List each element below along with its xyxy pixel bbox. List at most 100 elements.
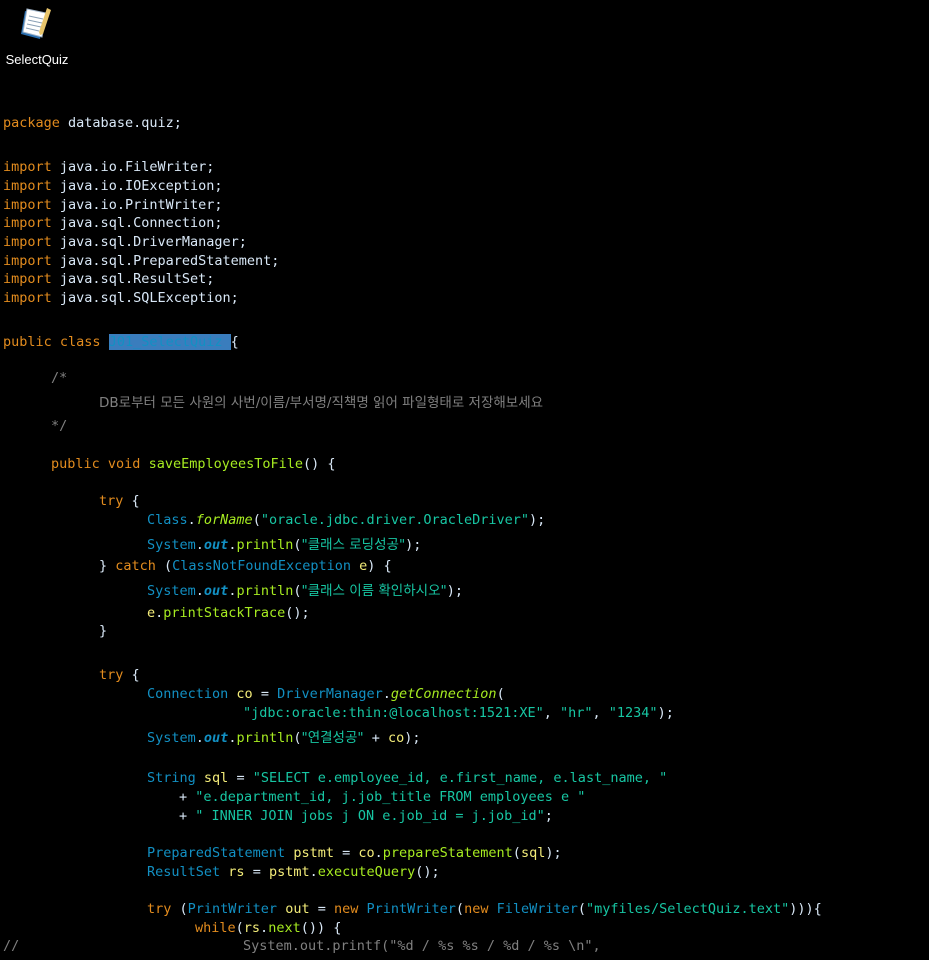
paren: ( (455, 901, 465, 917)
call-args: ()) { (300, 920, 342, 936)
variable: pstmt (268, 864, 310, 880)
paren: ( (512, 845, 521, 861)
paren: ( (293, 730, 302, 746)
variable: co (388, 730, 405, 746)
import-keyword: import (3, 234, 52, 250)
method-declaration-line: public void saveEmployeesToFile() { (51, 455, 336, 474)
variable: sql (520, 845, 546, 861)
call-args: (); (285, 605, 310, 621)
field-ref: out (203, 583, 229, 599)
sql-continuation-line: + " INNER JOIN jobs j ON e.job_id = j.jo… (179, 807, 553, 826)
import-path: java.io.FileWriter; (59, 159, 215, 175)
package-name: database.quiz; (68, 115, 182, 131)
variable: rs (243, 920, 261, 936)
catch-keyword: catch (115, 558, 156, 574)
paren: ( (293, 537, 302, 553)
package-line: package database.quiz; (3, 114, 182, 133)
comment-close: */ (51, 418, 68, 434)
file-tile[interactable]: SelectQuiz (0, 6, 74, 67)
paren-close: ); (657, 705, 674, 721)
public-keyword: public (3, 334, 52, 350)
comma: , (592, 705, 609, 721)
method-call: getConnection (390, 686, 497, 702)
paren: ( (496, 686, 505, 702)
dot: . (382, 686, 391, 702)
string-literal: "클래스 이름 확인하시오" (301, 583, 447, 599)
paren-close: ); (545, 845, 562, 861)
method-call: prepareStatement (382, 845, 513, 861)
plus: + (179, 808, 196, 824)
comma: , (543, 705, 560, 721)
try-brace: { (131, 667, 140, 683)
close-brace: } (99, 558, 116, 574)
import-line: import java.sql.Connection; (3, 214, 222, 233)
paren: ( (252, 512, 261, 528)
import-path: java.sql.PreparedStatement; (59, 253, 280, 269)
comment-text: DB로부터 모든 사원의 사번/이름/부서명/직책명 읽어 파일형태로 저장해보… (99, 395, 544, 411)
paren-close: ))){ (789, 901, 822, 917)
string-literal: "클래스 로딩성공" (301, 537, 406, 553)
while-keyword: while (195, 920, 236, 936)
import-keyword: import (3, 197, 52, 213)
dot: . (195, 730, 204, 746)
string-literal: " INNER JOIN jobs j ON e.job_id = j.job_… (195, 808, 545, 824)
import-line: import java.io.PrintWriter; (3, 196, 222, 215)
variable: co (236, 686, 253, 702)
file-name-label: SelectQuiz (5, 52, 69, 67)
assign: = (244, 864, 269, 880)
variable: pstmt (293, 845, 334, 861)
paren: ( (293, 583, 302, 599)
class-ref: FileWriter (496, 901, 578, 917)
variable: out (285, 901, 310, 917)
method-call: next (268, 920, 301, 936)
try-brace: { (131, 493, 140, 509)
class-ref: System (147, 730, 196, 746)
class-forname-line: Class.forName("oracle.jdbc.driver.Oracle… (147, 511, 545, 530)
plus: + (179, 789, 196, 805)
variable: sql (203, 770, 229, 786)
import-path: java.sql.DriverManager; (59, 234, 247, 250)
method-call: println (236, 583, 294, 599)
method-params: () { (303, 456, 336, 472)
connection-line: Connection co = DriverManager.getConnect… (147, 685, 505, 704)
assign: = (333, 845, 359, 861)
string-literal: "myfiles/SelectQuiz.text" (586, 901, 790, 917)
resultset-line: ResultSet rs = pstmt.executeQuery(); (147, 863, 440, 882)
method-call: printStackTrace (163, 605, 286, 621)
connection-args-line: "jdbc:oracle:thin:@localhost:1521:XE", "… (243, 704, 674, 723)
class-ref: ResultSet (147, 864, 221, 880)
string-literal: "연결성공" (301, 730, 364, 746)
method-call: println (236, 730, 294, 746)
catch-line: } catch (ClassNotFoundException e) { (99, 557, 392, 576)
import-path: java.sql.ResultSet; (59, 271, 215, 287)
import-keyword: import (3, 253, 52, 269)
class-name-selected[interactable]: J01_SelectQuiz (108, 334, 231, 350)
paren-close: ); (404, 730, 421, 746)
string-literal: "jdbc:oracle:thin:@localhost:1521:XE" (243, 705, 544, 721)
import-keyword: import (3, 178, 52, 194)
paren: ( (235, 920, 244, 936)
println-line: System.out.println("클래스 로딩성공"); (147, 536, 421, 555)
import-line: import java.io.FileWriter; (3, 158, 214, 177)
variable: rs (228, 864, 245, 880)
try-with-resources-line: try (PrintWriter out = new PrintWriter(n… (147, 900, 822, 919)
semicolon: ; (544, 808, 553, 824)
class-keyword: class (59, 334, 101, 350)
try-line: try { (99, 492, 140, 511)
class-ref: PreparedStatement (147, 845, 286, 861)
import-path: java.sql.Connection; (59, 215, 223, 231)
commented-slashes: // (3, 938, 20, 954)
class-ref: System (147, 583, 196, 599)
try-keyword: try (99, 493, 124, 509)
string-literal: "hr" (560, 705, 593, 721)
new-keyword: new (333, 901, 359, 917)
new-keyword: new (464, 901, 489, 917)
println-line: System.out.println("클래스 이름 확인하시오"); (147, 582, 463, 601)
println-line: System.out.println("연결성공" + co); (147, 729, 421, 748)
class-ref: System (147, 537, 196, 553)
import-path: java.io.PrintWriter; (59, 197, 223, 213)
prepared-statement-line: PreparedStatement pstmt = co.prepareStat… (147, 844, 562, 863)
string-literal: "1234" (608, 705, 658, 721)
commented-code: System.out.printf("%d / %s %s / %d / %s … (243, 938, 601, 954)
